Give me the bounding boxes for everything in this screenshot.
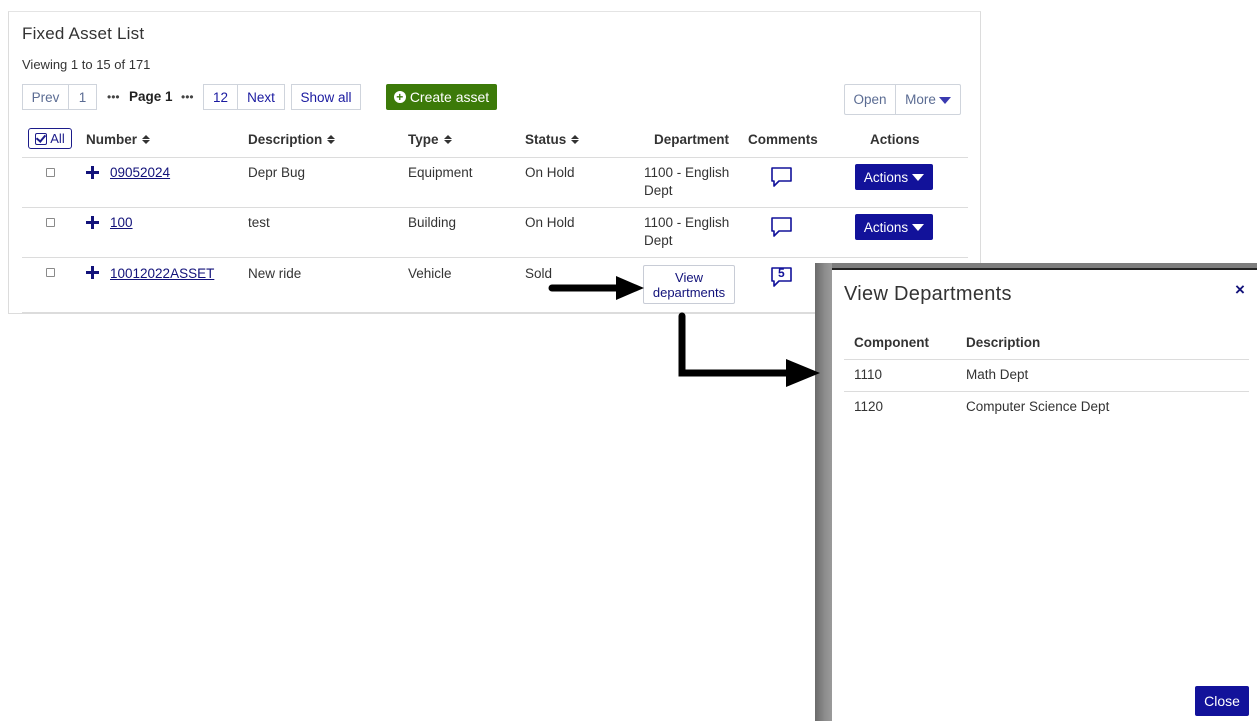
page-12-button[interactable]: 12: [203, 84, 238, 110]
row-checkbox[interactable]: [46, 168, 55, 177]
column-header-type[interactable]: Type: [408, 132, 452, 147]
row-actions-button[interactable]: Actions: [855, 164, 933, 190]
modal-table-divider: [844, 391, 1249, 392]
department-line: Dept: [644, 233, 673, 248]
column-header-department: Department: [654, 132, 730, 147]
next-page-button[interactable]: Next: [237, 84, 285, 110]
expand-plus-icon[interactable]: [86, 166, 99, 179]
asset-status: On Hold: [525, 165, 575, 180]
view-departments-button[interactable]: View departments: [643, 265, 735, 304]
asset-number-link[interactable]: 10012022ASSET: [110, 265, 214, 283]
prev-page-button[interactable]: Prev: [22, 84, 69, 110]
sort-icon: [443, 135, 452, 144]
modal-title: View Departments: [844, 283, 1012, 305]
table-divider: [22, 157, 968, 158]
header-label: Number: [86, 132, 138, 147]
current-page-label: Page 1: [129, 89, 173, 104]
select-all-button[interactable]: All: [28, 128, 72, 149]
ellipsis-icon: •••: [107, 90, 120, 104]
department-line: 1100 - English: [644, 165, 730, 180]
modal-header-description: Description: [966, 335, 1041, 350]
checkbox-icon: [35, 132, 48, 145]
asset-number-link[interactable]: 09052024: [110, 164, 170, 182]
asset-type: Vehicle: [408, 266, 452, 281]
view-departments-label: departments: [652, 284, 726, 300]
plus-circle-icon: +: [393, 91, 406, 103]
modal-table-divider: [844, 359, 1249, 360]
asset-status: Sold: [525, 266, 553, 281]
modal-header-component: Component: [854, 335, 929, 350]
page-1-button[interactable]: 1: [68, 84, 97, 110]
comment-icon[interactable]: [770, 166, 794, 188]
column-header-actions: Actions: [870, 132, 920, 147]
asset-description: test: [248, 215, 270, 230]
select-all-label: All: [50, 131, 65, 146]
caret-down-icon: [938, 96, 951, 104]
department-description: Computer Science Dept: [966, 399, 1110, 414]
header-label: Description: [248, 132, 323, 147]
column-header-description[interactable]: Description: [248, 132, 336, 147]
asset-department: 1100 - English Dept: [644, 164, 729, 200]
create-asset-button[interactable]: + Create asset: [386, 84, 497, 110]
ellipsis-icon: •••: [181, 90, 194, 104]
page-title: Fixed Asset List: [22, 24, 145, 43]
expand-plus-icon[interactable]: [86, 216, 99, 229]
show-all-button[interactable]: Show all: [291, 84, 361, 110]
open-button[interactable]: Open: [844, 84, 896, 115]
comment-count: 5: [778, 266, 785, 280]
department-line: Dept: [644, 183, 673, 198]
comment-count-icon[interactable]: 5: [770, 266, 794, 288]
modal-backdrop-edge: [815, 263, 832, 721]
asset-status: On Hold: [525, 215, 575, 230]
create-asset-label: Create asset: [409, 89, 490, 105]
column-header-number[interactable]: Number: [86, 132, 151, 147]
column-header-status[interactable]: Status: [525, 132, 580, 147]
header-label: Status: [525, 132, 567, 147]
actions-label: Actions: [863, 219, 909, 235]
more-label: More: [905, 92, 936, 107]
comment-icon[interactable]: [770, 216, 794, 238]
department-component: 1110: [854, 367, 883, 382]
view-departments-label: View: [675, 269, 703, 285]
expand-plus-icon[interactable]: [86, 266, 99, 279]
asset-description: New ride: [248, 266, 302, 281]
row-checkbox[interactable]: [46, 268, 55, 277]
department-component: 1120: [854, 399, 884, 414]
row-checkbox[interactable]: [46, 218, 55, 227]
table-divider: [22, 257, 968, 258]
sort-icon: [142, 135, 151, 144]
asset-number-link[interactable]: 100: [110, 214, 133, 232]
view-departments-modal: View Departments × Component Description…: [832, 268, 1257, 721]
asset-type: Building: [408, 215, 457, 230]
column-header-comments: Comments: [748, 132, 818, 147]
sort-icon: [571, 135, 580, 144]
actions-label: Actions: [863, 169, 909, 185]
close-icon[interactable]: ×: [1235, 281, 1245, 298]
elbow-arrow-icon: [678, 312, 820, 387]
header-label: Type: [408, 132, 439, 147]
table-divider: [22, 207, 968, 208]
asset-department: 1100 - English Dept: [644, 214, 729, 250]
sort-icon: [327, 135, 336, 144]
asset-type: Equipment: [408, 165, 473, 180]
close-button[interactable]: Close: [1195, 686, 1249, 716]
viewing-count: Viewing 1 to 15 of 171: [22, 57, 151, 72]
more-dropdown-button[interactable]: More: [895, 84, 961, 115]
department-description: Math Dept: [966, 367, 1029, 382]
caret-down-icon: [912, 173, 925, 181]
asset-description: Depr Bug: [248, 165, 306, 180]
department-line: 1100 - English: [644, 215, 730, 230]
row-actions-button[interactable]: Actions: [855, 214, 933, 240]
caret-down-icon: [912, 223, 925, 231]
